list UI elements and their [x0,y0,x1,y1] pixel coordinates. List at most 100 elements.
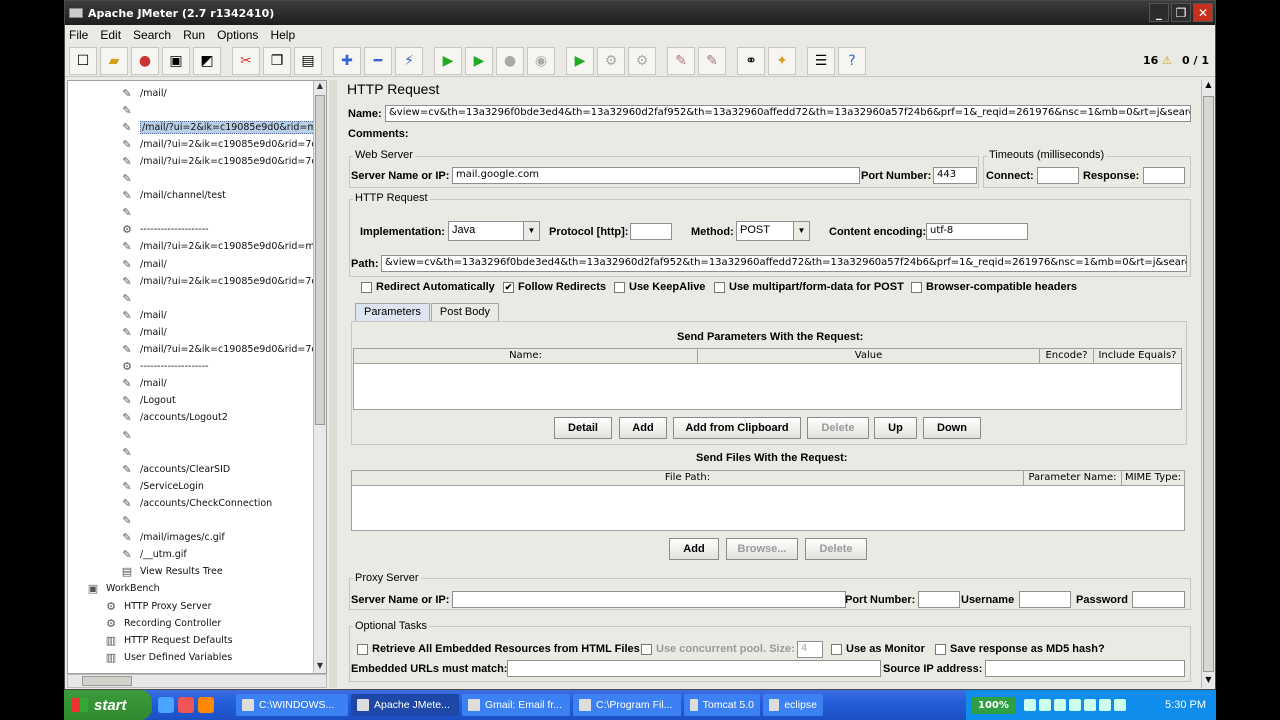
save-as-icon[interactable]: ◩ [193,46,221,75]
col-include-equals[interactable]: Include Equals? [1094,349,1181,363]
start-icon[interactable]: ▶ [434,46,462,75]
tree-node[interactable]: ✎ /accounts/Logout2 [120,410,227,426]
connect-timeout-field[interactable] [1037,167,1079,184]
scroll-down-icon[interactable]: ▼ [314,661,326,673]
tree-node[interactable]: ✎ /accounts/CheckConnection [120,495,272,511]
warning-count[interactable]: 16 ⚠ [1143,54,1172,67]
path-field[interactable]: &view=cv&th=13a3296f0bde3ed4&th=13a32960… [381,255,1187,272]
source-ip-field[interactable] [985,660,1185,677]
content-encoding-field[interactable]: utf-8 [926,223,1028,240]
tray-app-icon[interactable] [1113,699,1126,711]
menu-search[interactable]: Search [133,28,171,42]
tree-node[interactable]: ✎ /mail/images/c.gif [120,530,224,546]
tree-node[interactable]: ✎ [120,102,140,118]
tree-node[interactable]: ✎ /mail/ [120,256,166,272]
tree-node[interactable]: ▣ WorkBench [86,581,160,597]
detail-button[interactable]: Detail [554,417,612,439]
tree-node[interactable]: ✎ [120,513,140,529]
remote-start-icon[interactable]: ▶ [566,46,594,75]
templates-icon[interactable]: ● [131,46,159,75]
use-multipart-checkbox[interactable]: Use multipart/form-data for POST [714,281,904,293]
down-button[interactable]: Down [923,417,981,439]
tree-node[interactable]: ✎ [120,171,140,187]
taskbar-button[interactable]: C:\Program Fil... [573,694,681,716]
panel-scroll-thumb[interactable] [1203,96,1214,672]
col-value[interactable]: Value [698,349,1040,363]
tray-security-icon[interactable] [1053,699,1066,711]
tree-node[interactable]: ✎ /mail/ [120,307,166,323]
tree-node[interactable]: ✎ /ServiceLogin [120,478,204,494]
paste-icon[interactable]: ▤ [294,46,322,75]
reset-search-icon[interactable]: ✦ [768,46,796,75]
retrieve-embedded-checkbox[interactable]: Retrieve All Embedded Resources from HTM… [357,643,640,655]
tree-node[interactable]: ▤ View Results Tree [120,564,223,580]
minimize-button[interactable]: _ [1149,3,1169,22]
tray-network-icon[interactable] [1023,699,1036,711]
copy-icon[interactable]: ❐ [263,46,291,75]
concurrent-pool-checkbox[interactable]: Use concurrent pool. Size: [641,643,795,655]
browse-button[interactable]: Browse... [726,538,798,560]
tree-scroll-thumb[interactable] [315,95,325,425]
chrome-icon[interactable] [178,697,194,713]
tab-parameters[interactable]: Parameters [355,303,430,321]
tree-node[interactable]: ✎ /mail/ [120,85,166,101]
tree-node[interactable]: ✎ [120,427,140,443]
tree-node[interactable]: ✎ /mail/?ui=2&ik=c19085e9d0&rid=7d5b..8 [120,136,326,152]
toggle-icon[interactable]: ⚡ [395,46,423,75]
tree-node[interactable]: ✎ /mail/ [120,376,166,392]
col-mime-type[interactable]: MIME Type: [1122,471,1184,485]
pane-splitter[interactable] [329,80,337,688]
protocol-field[interactable] [630,223,672,240]
save-md5-checkbox[interactable]: Save response as MD5 hash? [935,643,1105,655]
parameters-table[interactable]: Name: Value Encode? Include Equals? [353,348,1182,410]
tree-node[interactable]: ✎ [120,444,140,460]
maximize-button[interactable]: ❐ [1171,3,1191,22]
taskbar-button[interactable]: C:\WINDOWS... [236,694,348,716]
name-field[interactable]: &view=cv&th=13a3296f0bde3ed4&th=13a32960… [385,105,1191,122]
ie-icon[interactable] [158,697,174,713]
cut-icon[interactable]: ✂ [232,46,260,75]
pool-size-field[interactable]: 4 [797,641,823,658]
proxy-port-field[interactable] [918,591,960,608]
tree-node[interactable]: ✎ /accounts/ClearSID [120,461,230,477]
tree-node[interactable]: ✎ /mail/channel/test [120,188,225,204]
menu-options[interactable]: Options [217,28,258,42]
tree-node[interactable]: ✎ /mail/?ui=2&ik=c19085e9d0&rid=7d5b..8 [120,153,326,169]
tree-node[interactable]: ✎ [120,205,140,221]
scroll-up-icon[interactable]: ▲ [314,81,326,93]
tree-node[interactable]: ⚙ -------------------- [120,359,209,375]
menu-edit[interactable]: Edit [100,28,121,42]
add-from-clipboard-button[interactable]: Add from Clipboard [673,417,801,439]
redirect-automatically-checkbox[interactable]: Redirect Automatically [361,281,495,293]
tree-node[interactable]: ✎ /mail/?ui=2&ik=c19085e9d0&rid=mail%3 [120,239,326,255]
start-button[interactable]: start [64,690,152,720]
add-parameter-button[interactable]: Add [619,417,667,439]
tree-node[interactable]: ⚙ Recording Controller [104,615,221,631]
col-file-path[interactable]: File Path: [352,471,1024,485]
title-bar[interactable]: Apache JMeter (2.7 r1342410) _ ❐ ✕ [65,1,1215,25]
stop-icon[interactable]: ● [496,46,524,75]
panel-vertical-scrollbar[interactable]: ▲ ▼ [1201,80,1215,688]
scroll-up-icon[interactable]: ▲ [1202,80,1215,93]
col-parameter-name[interactable]: Parameter Name: [1024,471,1122,485]
taskbar-button[interactable]: Apache JMete... [351,694,459,716]
tree-horizontal-scrollbar[interactable] [67,674,327,688]
follow-redirects-checkbox[interactable]: ✔ Follow Redirects [503,281,606,293]
taskbar-button[interactable]: eclipse [763,694,823,716]
battery-percent[interactable]: 100% [972,696,1015,714]
remote-stop-icon[interactable]: ⚙ [597,46,625,75]
tree-node[interactable]: ✎ /mail/?ui=2&ik=c19085e9d0&rid=mail%3 [120,119,326,135]
proxy-server-field[interactable] [452,591,846,608]
clear-all-icon[interactable]: ✎ [698,46,726,75]
menu-file[interactable]: File [69,28,88,42]
method-select[interactable]: POST ▼ [736,221,810,241]
tree-node[interactable]: ✎ /mail/?ui=2&ik=c19085e9d0&rid=7d5b..8 [120,273,326,289]
taskbar-button[interactable]: Tomcat 5.0 [684,694,760,716]
up-button[interactable]: Up [874,417,917,439]
menu-help[interactable]: Help [270,28,295,42]
delete-file-button[interactable]: Delete [805,538,867,560]
tree-node[interactable]: ⚙ HTTP Proxy Server [104,598,211,614]
proxy-username-field[interactable] [1019,591,1071,608]
shutdown-icon[interactable]: ◉ [527,46,555,75]
search-icon[interactable]: ⚭ [737,46,765,75]
